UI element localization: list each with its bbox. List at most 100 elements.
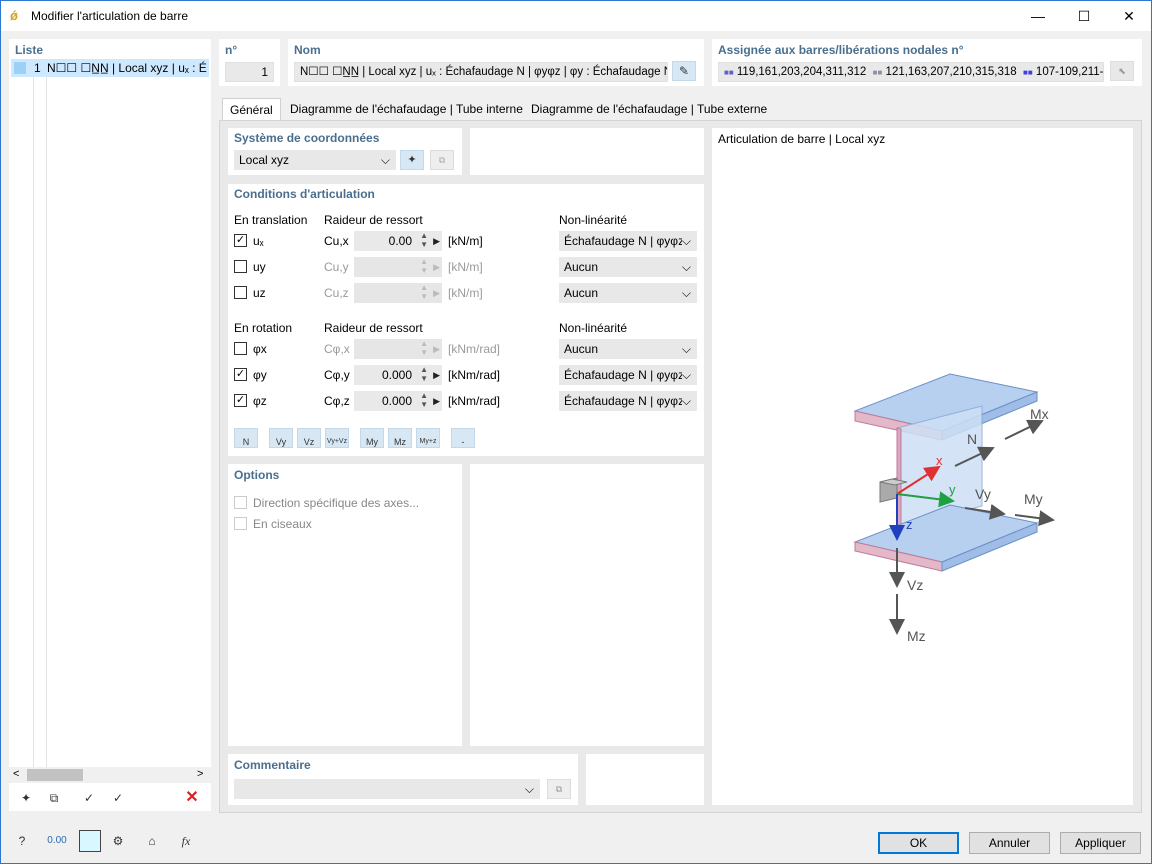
spinner-icon[interactable]: ▲ ▼ bbox=[420, 365, 428, 383]
cancel-button[interactable]: Annuler bbox=[969, 832, 1050, 854]
minimize-icon[interactable]: — bbox=[1015, 1, 1061, 32]
uz-checkbox[interactable] bbox=[234, 286, 247, 299]
list-item[interactable]: 1 N☐☐ ☐N̲N̲ | Local xyz | uₓ : Éch bbox=[11, 59, 209, 77]
preview-panel: Articulation de barre | Local xyz N Mx V… bbox=[712, 128, 1133, 805]
ok-button[interactable]: OK bbox=[878, 832, 959, 854]
uy-checkbox[interactable] bbox=[234, 260, 247, 273]
release-vy-icon[interactable]: Vy bbox=[269, 428, 293, 448]
number-header: n° bbox=[225, 43, 238, 57]
help-icon[interactable]: ? bbox=[11, 830, 33, 852]
expand-icon[interactable]: ▶ bbox=[433, 231, 440, 251]
display-icon[interactable]: ⚙ bbox=[107, 830, 129, 852]
release-my-icon[interactable]: My bbox=[360, 428, 384, 448]
list-item-label: N☐☐ ☐N̲N̲ | Local xyz | uₓ : Éch bbox=[47, 61, 207, 75]
release-n-icon[interactable]: N bbox=[234, 428, 258, 448]
phiy-nonlin-value: Échafaudage N | φyφz bbox=[564, 368, 685, 382]
release-none-icon[interactable]: - bbox=[451, 428, 475, 448]
spinner-icon[interactable]: ▲ ▼ bbox=[420, 391, 428, 409]
phix-nonlin-select[interactable]: Aucun ⌵ bbox=[559, 339, 697, 359]
select-objects-icon[interactable]: ⬉ bbox=[1110, 61, 1134, 81]
scissors-checkbox[interactable] bbox=[234, 517, 247, 530]
list-tree-line bbox=[46, 77, 47, 767]
spinner-icon[interactable]: ▲ ▼ bbox=[420, 283, 428, 301]
formula-icon[interactable]: fx bbox=[175, 830, 197, 852]
phiy-nonlin-select[interactable]: Échafaudage N | φyφz ⌵ bbox=[559, 365, 697, 385]
coord-panel: Système de coordonnées Local xyz ⌵ ✦ ⧉ bbox=[228, 128, 462, 175]
release-mz-icon[interactable]: Mz bbox=[388, 428, 412, 448]
title-bar[interactable]: ǿ Modifier l'articulation de barre — ☐ ✕ bbox=[0, 0, 1152, 31]
expand-icon[interactable]: ▶ bbox=[433, 365, 440, 385]
phiz-checkbox[interactable]: ✓ bbox=[234, 394, 247, 407]
phiz-nonlin-select[interactable]: Échafaudage N | φyφz ⌵ bbox=[559, 391, 697, 411]
phiy-checkbox[interactable]: ✓ bbox=[234, 368, 247, 381]
delete-icon[interactable]: ✕ bbox=[181, 787, 203, 809]
scroll-thumb[interactable] bbox=[27, 769, 83, 781]
phix-label: φx bbox=[253, 342, 267, 356]
new-coord-icon[interactable]: ✦ bbox=[400, 150, 424, 170]
tab-general[interactable]: Général bbox=[222, 98, 281, 120]
scroll-right-icon[interactable]: > bbox=[197, 768, 203, 780]
uncheck-icon[interactable]: ✓ bbox=[107, 787, 129, 809]
expand-icon[interactable]: ▶ bbox=[433, 283, 440, 303]
uy-nonlin-select[interactable]: Aucun ⌵ bbox=[559, 257, 697, 277]
member-hinge-diagram: N Mx Vy My Vz Mz x y z bbox=[853, 373, 1055, 644]
cphiz-value: 0.000 bbox=[381, 394, 412, 408]
maximize-icon[interactable]: ☐ bbox=[1061, 1, 1107, 32]
ux-nonlin-select[interactable]: Échafaudage N | φyφz ⌵ bbox=[559, 231, 697, 251]
ux-checkbox[interactable]: ✓ bbox=[234, 234, 247, 247]
name-field[interactable]: N☐☐ ☐N̲N̲ | Local xyz | uₓ : Échafaudage… bbox=[294, 62, 668, 82]
release-vz-icon[interactable]: Vz bbox=[297, 428, 321, 448]
scroll-left-icon[interactable]: < bbox=[13, 768, 19, 780]
horizontal-scrollbar[interactable]: < > bbox=[9, 767, 211, 783]
chevron-down-icon: ⌵ bbox=[380, 153, 390, 167]
y-label: y bbox=[949, 482, 956, 497]
view-icon[interactable]: ⌂ bbox=[141, 830, 163, 852]
apply-button[interactable]: Appliquer bbox=[1060, 832, 1141, 854]
spinner-icon[interactable]: ▲ ▼ bbox=[420, 339, 428, 357]
list-tree-line bbox=[33, 77, 34, 767]
options-side-panel bbox=[470, 464, 704, 746]
list-header: Liste bbox=[15, 43, 44, 57]
release-vyvz-icon[interactable]: Vy+Vz bbox=[325, 428, 349, 448]
cuz-label: Cu,z bbox=[324, 286, 349, 300]
edit-coord-icon[interactable]: ⧉ bbox=[430, 150, 454, 170]
axes-direction-checkbox[interactable] bbox=[234, 496, 247, 509]
chevron-down-icon: ⌵ bbox=[681, 231, 691, 251]
cux-input[interactable]: 0.00 ▲ ▼ ▶ bbox=[354, 231, 442, 251]
expand-icon[interactable]: ▶ bbox=[433, 257, 440, 277]
check-all-icon[interactable]: ✓ bbox=[78, 787, 100, 809]
release-mymz-icon[interactable]: My+z bbox=[416, 428, 440, 448]
comment-input[interactable]: ⌵ bbox=[234, 779, 540, 799]
units-icon[interactable]: 0.00 bbox=[46, 830, 68, 852]
uz-unit: [kN/m] bbox=[448, 286, 483, 300]
copy-item-icon[interactable]: ⧉ bbox=[43, 787, 65, 809]
expand-icon[interactable]: ▶ bbox=[433, 391, 440, 411]
phix-checkbox[interactable] bbox=[234, 342, 247, 355]
uz-nonlin-select[interactable]: Aucun ⌵ bbox=[559, 283, 697, 303]
cuz-input[interactable]: ▲ ▼ ▶ bbox=[354, 283, 442, 303]
spinner-icon[interactable]: ▲ ▼ bbox=[420, 257, 428, 275]
spinner-icon[interactable]: ▲ ▼ bbox=[420, 231, 428, 249]
tab-diagram-outer[interactable]: Diagramme de l'échafaudage | Tube extern… bbox=[524, 98, 774, 120]
uy-nonlin-value: Aucun bbox=[564, 260, 599, 274]
cphiz-input[interactable]: 0.000 ▲ ▼ ▶ bbox=[354, 391, 442, 411]
cphiy-input[interactable]: 0.000 ▲ ▼ ▶ bbox=[354, 365, 442, 385]
cuy-input[interactable]: ▲ ▼ ▶ bbox=[354, 257, 442, 277]
edit-name-icon[interactable]: ✎ bbox=[672, 61, 696, 81]
n-label: N bbox=[967, 431, 977, 447]
coord-select[interactable]: Local xyz ⌵ bbox=[234, 150, 396, 170]
conditions-panel: Conditions d'articulation En translation… bbox=[228, 184, 704, 456]
new-item-icon[interactable]: ✦ bbox=[15, 787, 37, 809]
tab-diagram-inner[interactable]: Diagramme de l'échafaudage | Tube intern… bbox=[283, 98, 530, 120]
phiy-unit: [kNm/rad] bbox=[448, 368, 501, 382]
chevron-down-icon: ⌵ bbox=[524, 782, 534, 796]
comment-library-icon[interactable]: ⧉ bbox=[547, 779, 571, 799]
assigned-field[interactable]: ■■ 119,161,203,204,311,312 ■■ 121,163,20… bbox=[718, 62, 1104, 82]
number-field[interactable]: 1 bbox=[225, 62, 274, 82]
close-icon[interactable]: ✕ bbox=[1106, 1, 1152, 32]
cphix-input[interactable]: ▲ ▼ ▶ bbox=[354, 339, 442, 359]
color-icon[interactable] bbox=[79, 830, 101, 852]
conditions-title: Conditions d'articulation bbox=[234, 187, 375, 201]
expand-icon[interactable]: ▶ bbox=[433, 339, 440, 359]
vz-label: Vz bbox=[907, 577, 923, 593]
